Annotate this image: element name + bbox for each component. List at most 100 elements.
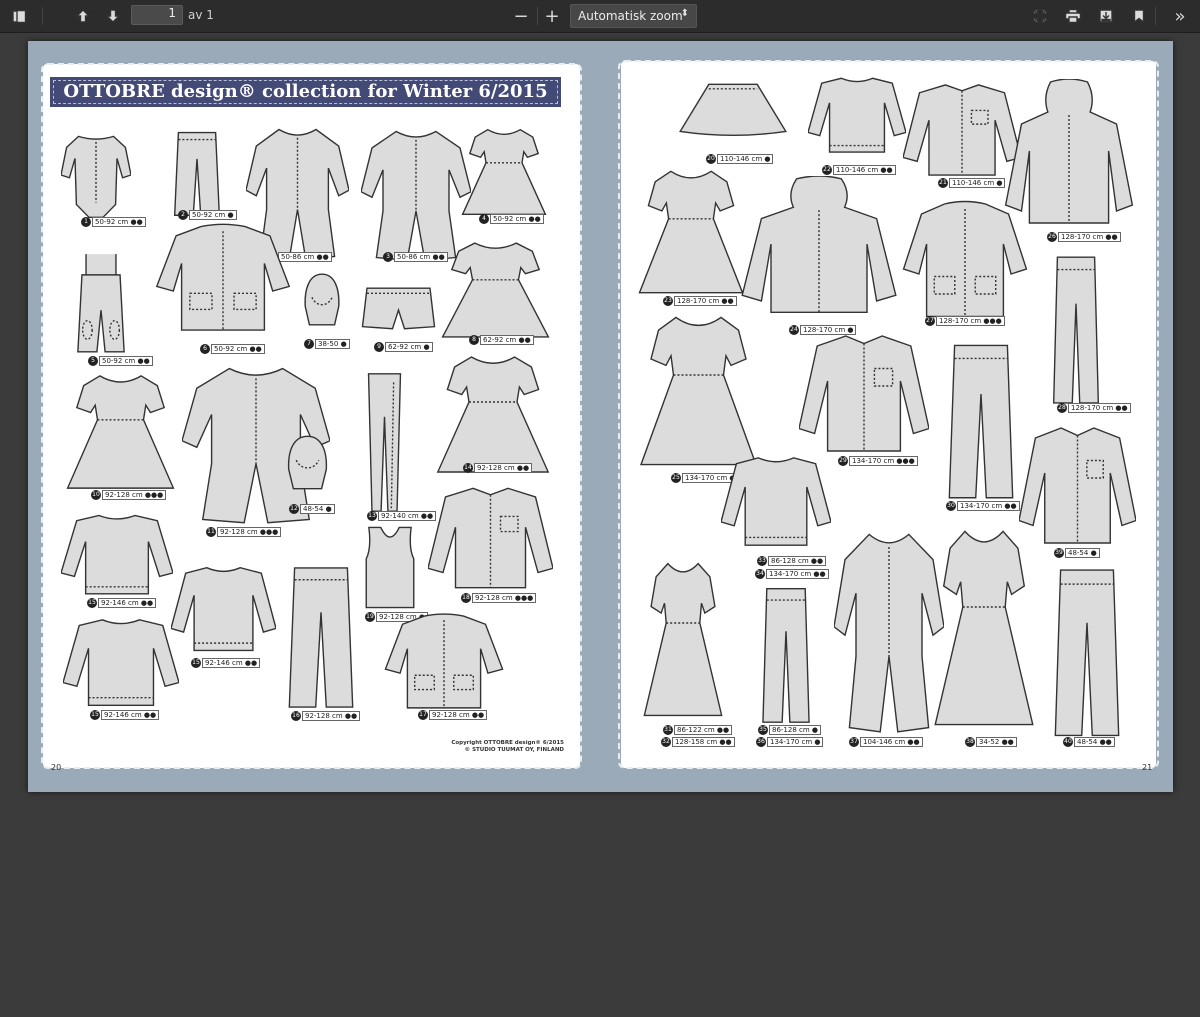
pattern-label: 6 50-92 cm ●● (200, 344, 265, 354)
pattern-label: 36 134-170 cm ● (756, 737, 824, 747)
pattern-size-range: 104-146 cm ●● (860, 737, 923, 747)
pattern-size-range: 86-128 cm ● (769, 725, 822, 735)
pattern-number-badge: 15 (191, 658, 201, 668)
pattern-number-badge: 13 (367, 511, 377, 521)
pattern-label: 38 34-52 ●● (965, 737, 1017, 747)
pdf-page-spread: OTTOBRE design® collection for Winter 6/… (28, 41, 1173, 792)
pattern-number-badge: 24 (789, 325, 799, 335)
pattern-label: 15 92-146 cm ●● (90, 710, 160, 720)
pattern-number-badge: 14 (463, 463, 473, 473)
garment-sketch-hat: path,rect,ellipse{fill:#dcdcdc;stroke:#3… (301, 272, 343, 331)
copyright-notice: Copyright OTTOBRE design® 6/2015 © STUDI… (451, 740, 564, 754)
pattern-label: 11 92-128 cm ●●● (206, 527, 282, 537)
pattern-number-badge: 34 (755, 569, 765, 579)
pattern-number-badge: 1 (81, 217, 91, 227)
pattern-size-range: 128-170 cm ●● (1068, 403, 1131, 413)
pattern-label: 34 134-170 cm ●● (755, 569, 829, 579)
pattern-size-range: 134-170 cm ● (767, 737, 824, 747)
print-icon[interactable] (1061, 4, 1085, 28)
pattern-label: 20 110-146 cm ● (706, 154, 774, 164)
pattern-size-range: 86-128 cm ●● (768, 556, 827, 566)
garment-sketch-dress: path,rect,ellipse{fill:#dcdcdc;stroke:#3… (433, 352, 553, 481)
pattern-number-badge: 22 (822, 165, 832, 175)
pattern-size-range: 92-128 cm ●●● (217, 527, 282, 537)
pattern-label: 22 110-146 cm ●● (822, 165, 896, 175)
pattern-size-range: 128-158 cm ●● (672, 737, 735, 747)
toolbar-separator (1155, 7, 1156, 25)
pattern-size-range: 62-92 cm ● (385, 342, 433, 352)
pattern-size-range: 86-122 cm ●● (674, 725, 733, 735)
copyright-line: © STUDIO TUUMAT OY, FINLAND (464, 747, 564, 753)
pattern-number-badge: 15 (90, 710, 100, 720)
copyright-line: Copyright OTTOBRE design® 6/2015 (451, 740, 564, 746)
pattern-size-range: 128-170 cm ●●● (936, 316, 1005, 326)
zoom-out-button[interactable]: − (509, 4, 533, 28)
pattern-number-badge: 20 (706, 154, 716, 164)
presentation-mode-icon[interactable] (1028, 4, 1052, 28)
pattern-size-range: 34-52 ●● (976, 737, 1017, 747)
garment-sketch-sleeper: path,rect,ellipse{fill:#dcdcdc;stroke:#3… (834, 526, 944, 740)
garment-sketch-jacket: path,rect,ellipse{fill:#dcdcdc;stroke:#3… (154, 222, 292, 341)
select-arrows-icon: ⬍ (680, 8, 689, 19)
garment-sketch-sweater: path,rect,ellipse{fill:#dcdcdc;stroke:#3… (61, 512, 173, 603)
pattern-number-badge: 32 (661, 737, 671, 747)
pattern-number-badge: 23 (663, 296, 673, 306)
pattern-label: 15 92-146 cm ●● (87, 598, 157, 608)
garment-sketch-skirt: path,rect,ellipse{fill:#dcdcdc;stroke:#3… (678, 81, 788, 141)
pattern-size-range: 92-128 cm ●● (474, 463, 533, 473)
download-icon[interactable] (1094, 4, 1118, 28)
pattern-size-range: 134-170 cm ●● (766, 569, 829, 579)
pattern-label: 21 110-146 cm ● (938, 178, 1006, 188)
pattern-number-badge: 37 (849, 737, 859, 747)
next-page-icon[interactable] (101, 4, 125, 28)
pattern-size-range: 92-146 cm ●● (202, 658, 261, 668)
tools-menu-icon[interactable]: » (1168, 4, 1192, 28)
pattern-number-badge: 35 (758, 725, 768, 735)
garment-sketch-dress: path,rect,ellipse{fill:#dcdcdc;stroke:#3… (641, 557, 725, 726)
pattern-number-badge: 16 (291, 711, 301, 721)
garment-sketch-pants: path,rect,ellipse{fill:#dcdcdc;stroke:#3… (1043, 563, 1131, 743)
pattern-size-range: 92-128 cm ●●● (102, 490, 167, 500)
garment-sketch-pants: path,rect,ellipse{fill:#dcdcdc;stroke:#3… (754, 583, 818, 729)
pattern-size-range: 50-92 cm ●● (490, 214, 544, 224)
page-count-label: av 1 (188, 8, 214, 22)
pattern-size-range: 92-128 cm ●● (429, 710, 488, 720)
garment-sketch-pants: path,rect,ellipse{fill:#dcdcdc;stroke:#3… (937, 339, 1025, 505)
pattern-label: 23 128-170 cm ●● (663, 296, 737, 306)
garment-sketch-dress: path,rect,ellipse{fill:#dcdcdc;stroke:#3… (635, 166, 747, 302)
pattern-number-badge: 19 (365, 612, 375, 622)
pattern-label: 30 134-170 cm ●● (946, 501, 1020, 511)
pattern-number-badge: 29 (838, 456, 848, 466)
pattern-number-badge: 4 (479, 214, 489, 224)
pattern-size-range: 62-92 cm ●● (480, 335, 534, 345)
pattern-size-range: 110-146 cm ●● (833, 165, 896, 175)
zoom-select[interactable]: Automatisk zoom ⬍ (570, 4, 697, 28)
pattern-number-badge: 6 (200, 344, 210, 354)
pattern-label: 26 128-170 cm ●● (1047, 232, 1121, 242)
pattern-size-range: 50-92 cm ●● (211, 344, 265, 354)
pattern-label: 1 50-92 cm ●● (81, 217, 146, 227)
zoom-in-button[interactable]: + (540, 4, 564, 28)
pattern-size-range: 92-128 cm ●● (302, 711, 361, 721)
pattern-label: 8 62-92 cm ●● (469, 335, 534, 345)
pattern-size-range: 48-54 ●● (1074, 737, 1115, 747)
pattern-label: 35 86-128 cm ● (758, 725, 822, 735)
pattern-label: 15 92-146 cm ●● (191, 658, 261, 668)
pattern-size-range: 92-146 cm ●● (101, 710, 160, 720)
previous-page-icon[interactable] (71, 4, 95, 28)
pattern-label: 4 50-92 cm ●● (479, 214, 544, 224)
pattern-size-range: 128-170 cm ●● (1058, 232, 1121, 242)
pattern-label: 39 48-54 ● (1054, 548, 1100, 558)
sidebar-toggle-icon[interactable] (7, 4, 31, 28)
page-number-input[interactable]: 1 (131, 5, 183, 25)
garment-sketch-dress: path,rect,ellipse{fill:#dcdcdc;stroke:#3… (63, 371, 178, 497)
garment-sketch-dress: path,rect,ellipse{fill:#dcdcdc;stroke:#3… (636, 311, 761, 475)
pattern-label: 40 48-54 ●● (1063, 737, 1115, 747)
garment-sketch-pants: path,rect,ellipse{fill:#dcdcdc;stroke:#3… (1045, 251, 1107, 410)
left-page-number: 20 (51, 763, 62, 772)
pattern-size-range: 128-170 cm ●● (674, 296, 737, 306)
pattern-size-range: 50-92 cm ● (189, 210, 237, 220)
right-page-number: 21 (1142, 763, 1153, 772)
bookmark-icon[interactable] (1127, 4, 1151, 28)
garment-sketch-shirt: path,rect,ellipse{fill:#dcdcdc;stroke:#3… (428, 484, 553, 596)
